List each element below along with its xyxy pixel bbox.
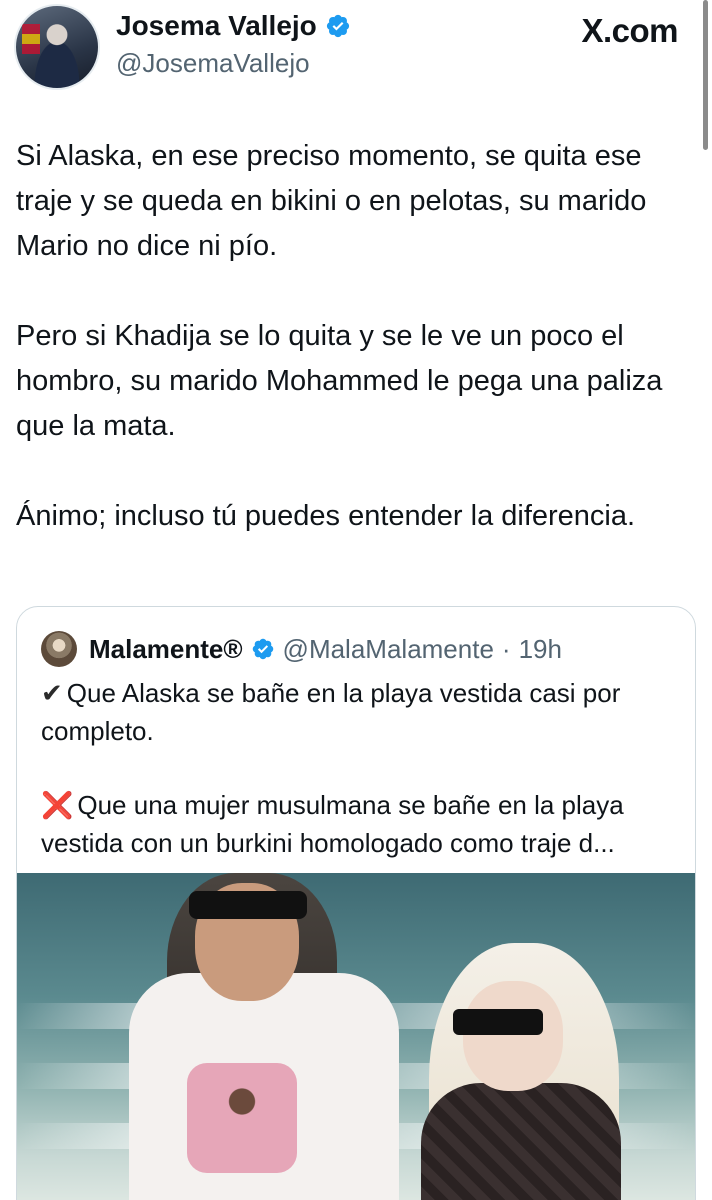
author-handle[interactable]: @JosemaVallejo <box>116 48 310 79</box>
quoted-author-handle[interactable]: @MalaMalamente <box>283 634 494 665</box>
scrollbar[interactable] <box>703 0 708 150</box>
check-mark-icon: ✔ <box>41 679 63 709</box>
author-avatar[interactable] <box>14 4 100 90</box>
separator-dot: · <box>501 633 511 664</box>
quoted-line-text: Que una mujer musulmana se bañe en la pl… <box>41 790 624 858</box>
site-label: X.com <box>581 12 678 49</box>
cross-mark-icon: ❌ <box>41 791 74 821</box>
quoted-timestamp[interactable]: 19h <box>519 634 562 665</box>
verified-badge-icon <box>326 14 349 38</box>
author-name[interactable]: Josema Vallejo <box>116 10 317 42</box>
tweet-paragraph: Si Alaska, en ese preciso momento, se qu… <box>16 140 647 262</box>
tweet-paragraph: Pero si Khadija se lo quita y se le ve u… <box>16 320 663 442</box>
tweet-body: Si Alaska, en ese preciso momento, se qu… <box>16 134 686 539</box>
flag-pin-icon <box>22 24 40 54</box>
woman-face <box>463 981 563 1091</box>
verified-badge-icon <box>252 638 273 660</box>
tweet-header: Josema Vallejo @JosemaVallejo X.com <box>0 0 712 150</box>
author-name-row: Josema Vallejo <box>116 10 351 42</box>
quoted-author-avatar[interactable] <box>41 631 77 667</box>
woman-top <box>421 1083 621 1200</box>
quoted-line: ❌ Que una mujer musulmana se bañe en la p… <box>41 787 681 862</box>
tweet-paragraph: Ánimo; incluso tú puedes entender la dif… <box>16 500 636 532</box>
quoted-tweet-header: Malamente® @MalaMalamente · 19h <box>41 631 562 667</box>
shirt-print <box>187 1063 297 1173</box>
quoted-author-name[interactable]: Malamente® <box>89 634 243 665</box>
sunglasses-icon <box>453 1009 543 1035</box>
quoted-line: ✔ Que Alaska se bañe en la playa vestida … <box>41 675 681 750</box>
quoted-media-photo[interactable] <box>17 873 695 1200</box>
quoted-tweet-body: ✔ Que Alaska se bañe en la playa vestida … <box>41 675 681 862</box>
quoted-line-text: Que Alaska se bañe en la playa vestida c… <box>41 678 621 746</box>
sunglasses-icon <box>189 891 307 919</box>
quoted-tweet-card[interactable]: Malamente® @MalaMalamente · 19h ✔ Que Ala… <box>16 606 696 1200</box>
